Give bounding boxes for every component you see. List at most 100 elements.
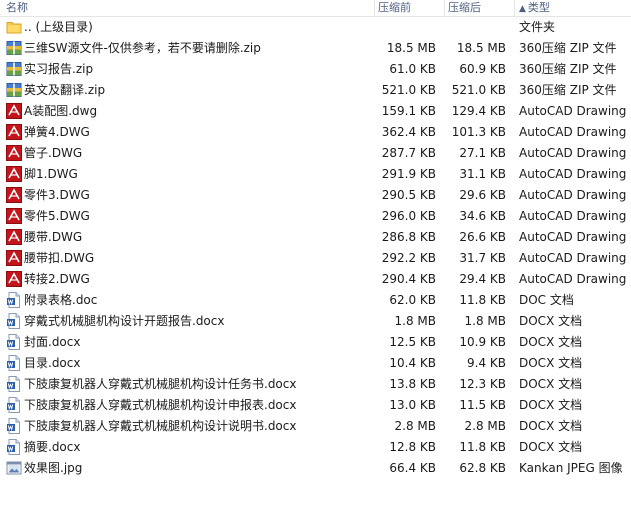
file-row[interactable]: 三维SW源文件-仅供参考，若不要请删除.zip 18.5 MB 18.5 MB 360…	[0, 38, 631, 59]
file-row[interactable]: 摘要.docx 12.8 KB 11.8 KB DOCX 文档	[0, 437, 631, 458]
autocad-icon	[6, 270, 22, 287]
column-header: 名称 压缩前 压缩后 ▲ 类型	[0, 0, 631, 17]
file-row[interactable]: 效果图.jpg 66.4 KB 62.8 KB Kankan JPEG 图像	[0, 458, 631, 479]
column-header-original[interactable]: 压缩后	[448, 0, 481, 16]
file-size-compressed: 291.9 KB	[381, 167, 436, 181]
file-name: 转接2.DWG	[24, 272, 90, 286]
column-divider[interactable]	[514, 0, 515, 16]
file-name-cell: 管子.DWG	[6, 143, 376, 164]
file-name-cell: 脚1.DWG	[6, 164, 376, 185]
file-size-compressed: 287.7 KB	[381, 146, 436, 160]
column-header-name[interactable]: 名称	[6, 0, 28, 16]
file-type: Kankan JPEG 图像	[519, 461, 623, 475]
autocad-icon	[6, 144, 22, 161]
file-type: 360压缩 ZIP 文件	[519, 41, 617, 55]
file-size-original: 11.8 KB	[459, 440, 506, 454]
file-name-cell: 三维SW源文件-仅供参考，若不要请删除.zip	[6, 38, 376, 59]
file-row[interactable]: 封面.docx 12.5 KB 10.9 KB DOCX 文档	[0, 332, 631, 353]
file-size-compressed: 292.2 KB	[381, 251, 436, 265]
file-type: DOCX 文档	[519, 356, 583, 370]
autocad-icon	[6, 228, 22, 245]
file-row[interactable]: .. (上级目录) 文件夹	[0, 17, 631, 38]
file-size-original: 31.1 KB	[459, 167, 506, 181]
file-row[interactable]: 腰带.DWG 286.8 KB 26.6 KB AutoCAD Drawing	[0, 227, 631, 248]
file-size-original: 11.5 KB	[459, 398, 506, 412]
file-type: AutoCAD Drawing	[519, 188, 627, 202]
file-row[interactable]: 脚1.DWG 291.9 KB 31.1 KB AutoCAD Drawing	[0, 164, 631, 185]
sort-ascending-icon: ▲	[519, 4, 526, 14]
file-row[interactable]: 下肢康复机器人穿戴式机械腿机构设计任务书.docx 13.8 KB 12.3 KB D…	[0, 374, 631, 395]
file-size-compressed: 286.8 KB	[381, 230, 436, 244]
file-row[interactable]: 弹簧4.DWG 362.4 KB 101.3 KB AutoCAD Drawing	[0, 122, 631, 143]
file-size-original: 31.7 KB	[459, 251, 506, 265]
column-header-compressed[interactable]: 压缩前	[378, 0, 411, 16]
file-type: AutoCAD Drawing	[519, 146, 627, 160]
file-row[interactable]: 零件5.DWG 296.0 KB 34.6 KB AutoCAD Drawing	[0, 206, 631, 227]
column-divider[interactable]	[444, 0, 445, 16]
file-name-cell: A装配图.dwg	[6, 101, 376, 122]
file-row[interactable]: 零件3.DWG 290.5 KB 29.6 KB AutoCAD Drawing	[0, 185, 631, 206]
column-divider[interactable]	[374, 0, 375, 16]
file-size-original	[446, 17, 506, 38]
file-name: A装配图.dwg	[24, 104, 98, 118]
file-size-compressed: 362.4 KB	[381, 125, 436, 139]
file-type: DOCX 文档	[519, 398, 583, 412]
file-size-compressed: 18.5 MB	[386, 41, 436, 55]
file-name: 英文及翻译.zip	[24, 83, 106, 97]
file-size-compressed: 13.8 KB	[389, 377, 436, 391]
file-name-cell: 效果图.jpg	[6, 458, 376, 479]
file-row[interactable]: 附录表格.doc 62.0 KB 11.8 KB DOC 文档	[0, 290, 631, 311]
file-name: 目录.docx	[24, 356, 81, 370]
autocad-icon	[6, 249, 22, 266]
autocad-icon	[6, 186, 22, 203]
file-name: 实习报告.zip	[24, 62, 94, 76]
file-size-original: 34.6 KB	[459, 209, 506, 223]
file-type: AutoCAD Drawing	[519, 230, 627, 244]
file-type: 360压缩 ZIP 文件	[519, 83, 617, 97]
file-size-compressed	[376, 17, 436, 38]
file-size-original: 101.3 KB	[451, 125, 506, 139]
file-name-cell: 下肢康复机器人穿戴式机械腿机构设计任务书.docx	[6, 374, 376, 395]
file-type: DOCX 文档	[519, 419, 583, 433]
file-name: 弹簧4.DWG	[24, 125, 90, 139]
autocad-icon	[6, 207, 22, 224]
file-row[interactable]: A装配图.dwg 159.1 KB 129.4 KB AutoCAD Drawing	[0, 101, 631, 122]
file-name: 下肢康复机器人穿戴式机械腿机构设计申报表.docx	[24, 398, 297, 412]
file-size-original: 26.6 KB	[459, 230, 506, 244]
column-header-type[interactable]: ▲ 类型	[519, 0, 550, 16]
file-name: 零件5.DWG	[24, 209, 90, 223]
file-type: 360压缩 ZIP 文件	[519, 62, 617, 76]
file-type: DOCX 文档	[519, 314, 583, 328]
file-row[interactable]: 实习报告.zip 61.0 KB 60.9 KB 360压缩 ZIP 文件	[0, 59, 631, 80]
file-type: DOC 文档	[519, 293, 574, 307]
file-type: AutoCAD Drawing	[519, 104, 627, 118]
file-row[interactable]: 下肢康复机器人穿戴式机械腿机构设计说明书.docx 2.8 MB 2.8 MB DOC…	[0, 416, 631, 437]
file-name: 摘要.docx	[24, 440, 81, 454]
file-name: 穿戴式机械腿机构设计开题报告.docx	[24, 314, 225, 328]
file-row[interactable]: 穿戴式机械腿机构设计开题报告.docx 1.8 MB 1.8 MB DOCX 文档	[0, 311, 631, 332]
file-name: 脚1.DWG	[24, 167, 78, 181]
file-size-compressed: 13.0 KB	[389, 398, 436, 412]
file-row[interactable]: 下肢康复机器人穿戴式机械腿机构设计申报表.docx 13.0 KB 11.5 KB D…	[0, 395, 631, 416]
zip-archive-icon	[6, 61, 22, 77]
file-size-compressed: 2.8 MB	[394, 419, 436, 433]
file-name: 管子.DWG	[24, 146, 83, 160]
file-row[interactable]: 管子.DWG 287.7 KB 27.1 KB AutoCAD Drawing	[0, 143, 631, 164]
file-type: DOCX 文档	[519, 335, 583, 349]
file-type: DOCX 文档	[519, 440, 583, 454]
file-size-original: 29.6 KB	[459, 188, 506, 202]
file-row[interactable]: 目录.docx 10.4 KB 9.4 KB DOCX 文档	[0, 353, 631, 374]
file-size-compressed: 12.5 KB	[389, 335, 436, 349]
file-row[interactable]: 转接2.DWG 290.4 KB 29.4 KB AutoCAD Drawing	[0, 269, 631, 290]
file-name-cell: 腰带.DWG	[6, 227, 376, 248]
file-size-original: 521.0 KB	[451, 83, 506, 97]
file-name: 腰带.DWG	[24, 230, 83, 244]
file-size-compressed: 62.0 KB	[389, 293, 436, 307]
file-name-cell: 目录.docx	[6, 353, 376, 374]
word-doc-icon	[6, 396, 22, 413]
file-row[interactable]: 腰带扣.DWG 292.2 KB 31.7 KB AutoCAD Drawing	[0, 248, 631, 269]
file-name-cell: 下肢康复机器人穿戴式机械腿机构设计申报表.docx	[6, 395, 376, 416]
file-row[interactable]: 英文及翻译.zip 521.0 KB 521.0 KB 360压缩 ZIP 文件	[0, 80, 631, 101]
autocad-icon	[6, 102, 22, 119]
file-size-compressed: 10.4 KB	[389, 356, 436, 370]
